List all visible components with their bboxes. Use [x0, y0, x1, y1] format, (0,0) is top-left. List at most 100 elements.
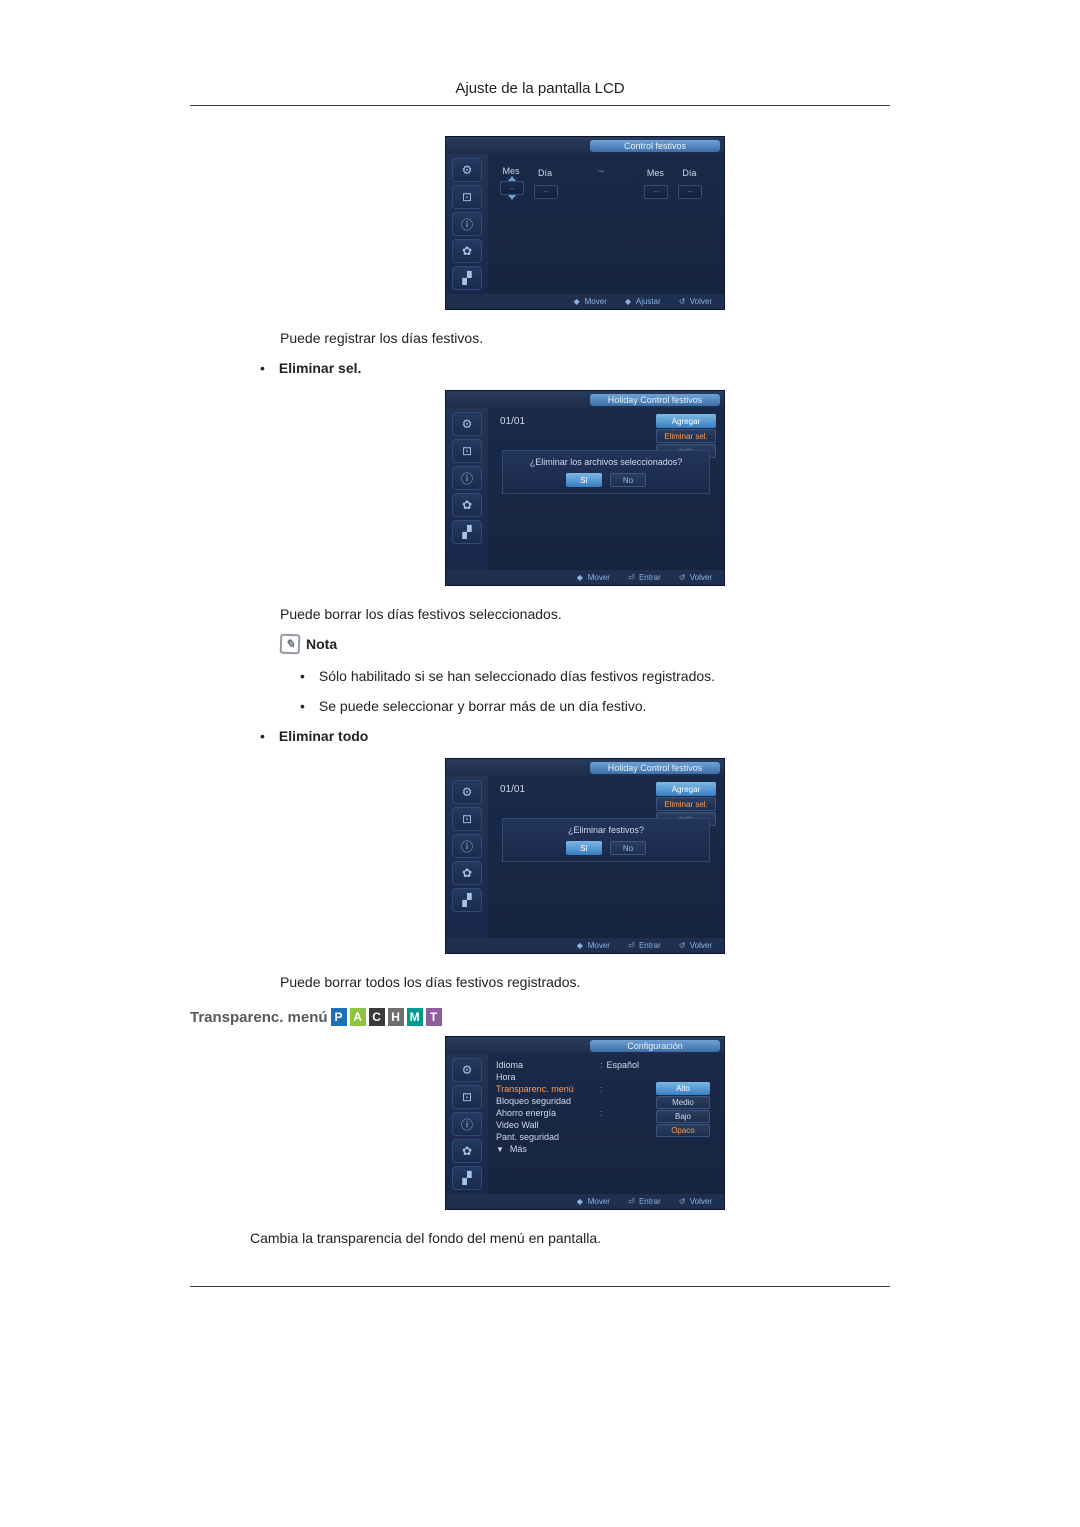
- dialog-message: ¿Eliminar festivos?: [509, 825, 703, 835]
- row-video-wall[interactable]: Video Wall: [496, 1120, 596, 1130]
- multi-icon[interactable]: ▞: [452, 266, 482, 290]
- chevron-down-icon: ▼: [496, 1145, 504, 1154]
- input-icon[interactable]: ⊡: [452, 1085, 482, 1109]
- badge-c: C: [369, 1008, 385, 1026]
- row-mas[interactable]: Más: [510, 1144, 527, 1154]
- row-bloqueo[interactable]: Bloqueo seguridad: [496, 1096, 596, 1106]
- row-transparencia[interactable]: Transparenc. menú: [496, 1084, 596, 1094]
- osd-title: Holiday Control festivos: [590, 762, 720, 774]
- dia-label: Día: [534, 168, 556, 178]
- badge-h: H: [388, 1008, 404, 1026]
- holiday-date: 01/01: [496, 782, 529, 797]
- osd-sidebar: ⚙ ⊡ ⓘ ✿ ▞: [446, 1054, 488, 1194]
- info-icon[interactable]: ⓘ: [452, 212, 482, 236]
- picture-icon[interactable]: ⚙: [452, 1058, 482, 1082]
- info-icon[interactable]: ⓘ: [452, 466, 482, 490]
- desc-transparencia: Cambia la transparencia del fondo del me…: [250, 1230, 890, 1246]
- eliminar-sel-button[interactable]: Eliminar sel.: [656, 797, 716, 811]
- osd-title: Configuración: [590, 1040, 720, 1052]
- page-footer-divider: [190, 1286, 890, 1287]
- opt-opaco[interactable]: Opaco: [656, 1124, 710, 1137]
- dialog-yes-button[interactable]: Sí: [566, 473, 602, 487]
- info-icon[interactable]: ⓘ: [452, 1112, 482, 1136]
- picture-icon[interactable]: ⚙: [452, 412, 482, 436]
- eliminar-sel-button[interactable]: Eliminar sel.: [656, 429, 716, 443]
- osd-sidebar: ⚙ ⊡ ⓘ ✿ ▞: [446, 408, 488, 570]
- dia-end[interactable]: --: [678, 185, 702, 199]
- section-transparencia-menu: Transparenc. menú: [190, 1009, 328, 1026]
- osd-configuracion: Configuración ⚙ ⊡ ⓘ ✿ ▞ Idioma:Español H…: [445, 1036, 725, 1210]
- dialog-no-button[interactable]: No: [610, 473, 646, 487]
- confirm-dialog: ¿Eliminar los archivos seleccionados? Sí…: [502, 450, 710, 494]
- osd-sidebar: ⚙ ⊡ ⓘ ✿ ▞: [446, 776, 488, 938]
- footer-entrar: ⏎Entrar: [628, 1197, 661, 1206]
- idioma-value: Español: [607, 1060, 640, 1070]
- settings-icon[interactable]: ✿: [452, 1139, 482, 1163]
- multi-icon[interactable]: ▞: [452, 888, 482, 912]
- opt-bajo[interactable]: Bajo: [656, 1110, 710, 1123]
- mes-label-2: Mes: [644, 168, 666, 178]
- desc-eliminar-sel: Puede borrar los días festivos seleccion…: [280, 606, 890, 622]
- footer-entrar: ⏎Entrar: [628, 573, 661, 582]
- footer-ajustar: ◆Ajustar: [625, 297, 661, 306]
- footer-mover: ◆Mover: [577, 941, 610, 950]
- dia-start[interactable]: --: [534, 185, 558, 199]
- dialog-message: ¿Eliminar los archivos seleccionados?: [509, 457, 703, 467]
- bullet-eliminar-todo: Eliminar todo: [279, 728, 368, 744]
- row-pant-seguridad[interactable]: Pant. seguridad: [496, 1132, 596, 1142]
- picture-icon[interactable]: ⚙: [452, 780, 482, 804]
- dialog-no-button[interactable]: No: [610, 841, 646, 855]
- badge-t: T: [426, 1008, 442, 1026]
- nota-item: Se puede seleccionar y borrar más de un …: [319, 698, 647, 714]
- osd-control-festivos-add: Control festivos ⚙ ⊡ ⓘ ✿ ▞ Mes: [445, 136, 725, 310]
- footer-volver: ↺Volver: [679, 573, 712, 582]
- date-separator: ~: [598, 166, 604, 200]
- desc-eliminar-todo: Puede borrar todos los días festivos reg…: [280, 974, 890, 990]
- multi-icon[interactable]: ▞: [452, 1166, 482, 1190]
- nota-label: Nota: [306, 636, 337, 652]
- bullet-eliminar-sel: Eliminar sel.: [279, 360, 361, 376]
- input-icon[interactable]: ⊡: [452, 185, 482, 209]
- nota-item: Sólo habilitado si se han seleccionado d…: [319, 668, 715, 684]
- osd-title: Holiday Control festivos: [590, 394, 720, 406]
- mes-label: Mes: [500, 166, 522, 176]
- holiday-date: 01/01: [496, 414, 529, 429]
- footer-volver: ↺Volver: [679, 1197, 712, 1206]
- footer-entrar: ⏎Entrar: [628, 941, 661, 950]
- dia-label-2: Día: [678, 168, 700, 178]
- multi-icon[interactable]: ▞: [452, 520, 482, 544]
- footer-mover: ◆Mover: [577, 573, 610, 582]
- footer-volver: ↺Volver: [679, 297, 712, 306]
- agregar-button[interactable]: Agregar: [656, 782, 716, 796]
- osd-title: Control festivos: [590, 140, 720, 152]
- badge-m: M: [407, 1008, 423, 1026]
- badge-a: A: [350, 1008, 366, 1026]
- input-icon[interactable]: ⊡: [452, 807, 482, 831]
- osd-sidebar: ⚙ ⊡ ⓘ ✿ ▞: [446, 154, 488, 294]
- osd-eliminar-todo: Holiday Control festivos ⚙ ⊡ ⓘ ✿ ▞ 01/01…: [445, 758, 725, 954]
- osd-eliminar-sel: Holiday Control festivos ⚙ ⊡ ⓘ ✿ ▞ 01/01…: [445, 390, 725, 586]
- dialog-yes-button[interactable]: Sí: [566, 841, 602, 855]
- row-hora[interactable]: Hora: [496, 1072, 596, 1082]
- row-idioma[interactable]: Idioma: [496, 1060, 596, 1070]
- footer-volver: ↺Volver: [679, 941, 712, 950]
- settings-icon[interactable]: ✿: [452, 861, 482, 885]
- badge-p: P: [331, 1008, 347, 1026]
- picture-icon[interactable]: ⚙: [452, 158, 482, 182]
- note-icon: ✎: [280, 634, 301, 655]
- info-icon[interactable]: ⓘ: [452, 834, 482, 858]
- desc-add: Puede registrar los días festivos.: [280, 330, 890, 346]
- mes-end[interactable]: --: [644, 185, 668, 199]
- opt-medio[interactable]: Medio: [656, 1096, 710, 1109]
- agregar-button[interactable]: Agregar: [656, 414, 716, 428]
- footer-mover: ◆Mover: [577, 1197, 610, 1206]
- page-title: Ajuste de la pantalla LCD: [190, 80, 890, 106]
- footer-mover: ◆Mover: [574, 297, 607, 306]
- row-ahorro[interactable]: Ahorro energía: [496, 1108, 596, 1118]
- confirm-dialog: ¿Eliminar festivos? Sí No: [502, 818, 710, 862]
- mes-start[interactable]: --: [500, 181, 524, 195]
- settings-icon[interactable]: ✿: [452, 239, 482, 263]
- opt-alto[interactable]: Alto: [656, 1082, 710, 1095]
- input-icon[interactable]: ⊡: [452, 439, 482, 463]
- settings-icon[interactable]: ✿: [452, 493, 482, 517]
